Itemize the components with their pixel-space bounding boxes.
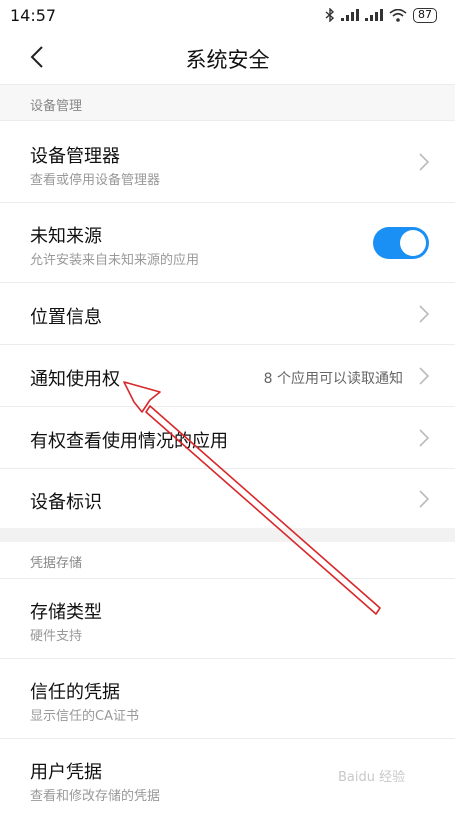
status-time: 14:57: [10, 5, 57, 25]
row-unknown-sources[interactable]: 未知来源 允许安装来自未知来源的应用: [0, 202, 455, 282]
row-notification-access[interactable]: 通知使用权 8 个应用可以读取通知: [0, 344, 455, 406]
row-subtitle: 硬件支持: [30, 629, 83, 644]
signal-icon-2: [365, 9, 383, 21]
page-title: 系统安全: [185, 48, 270, 72]
chevron-right-icon: [419, 429, 429, 447]
row-trusted-credentials[interactable]: 信任的凭据 显示信任的CA证书: [0, 658, 455, 738]
row-value: 8 个应用可以读取通知: [263, 371, 403, 387]
row-label: 通知使用权: [30, 369, 120, 390]
status-icons: 87: [325, 7, 437, 23]
title-bar: 系统安全: [0, 30, 455, 84]
section-header-device-management: 设备管理: [0, 84, 455, 120]
row-label: 位置信息: [30, 307, 102, 328]
bluetooth-icon: [325, 8, 335, 22]
row-subtitle: 查看或停用设备管理器: [30, 173, 161, 188]
row-device-manager[interactable]: 设备管理器 查看或停用设备管理器: [0, 120, 455, 202]
chevron-right-icon: [419, 490, 429, 508]
row-label: 有权查看使用情况的应用: [30, 431, 228, 452]
row-label: 信任的凭据: [30, 682, 120, 703]
watermark: Baidu 经验: [338, 770, 406, 785]
row-usage-access[interactable]: 有权查看使用情况的应用: [0, 406, 455, 468]
row-label: 存储类型: [30, 602, 102, 623]
unknown-sources-toggle[interactable]: [373, 227, 429, 259]
row-device-id[interactable]: 设备标识: [0, 468, 455, 528]
wifi-icon: [389, 8, 407, 22]
row-label: 用户凭据: [30, 762, 102, 783]
toggle-knob: [400, 230, 426, 256]
signal-icon: [341, 9, 359, 21]
row-location[interactable]: 位置信息: [0, 282, 455, 344]
section-title: 设备管理: [30, 99, 83, 114]
chevron-right-icon: [419, 153, 429, 171]
row-label: 设备标识: [30, 492, 102, 513]
row-subtitle: 允许安装来自未知来源的应用: [30, 253, 200, 268]
section-title: 凭据存储: [30, 556, 83, 571]
chevron-right-icon: [419, 367, 429, 385]
chevron-right-icon: [419, 305, 429, 323]
row-storage-type[interactable]: 存储类型 硬件支持: [0, 578, 455, 658]
row-subtitle: 显示信任的CA证书: [30, 709, 139, 724]
row-label: 设备管理器: [30, 146, 120, 167]
section-header-credential-storage: 凭据存储: [0, 542, 455, 578]
row-subtitle: 查看和修改存储的凭据: [30, 789, 161, 804]
status-bar: 14:57 87: [0, 0, 455, 30]
row-label: 未知来源: [30, 226, 102, 247]
battery-indicator: 87: [413, 7, 437, 23]
section-gap: [0, 528, 455, 542]
